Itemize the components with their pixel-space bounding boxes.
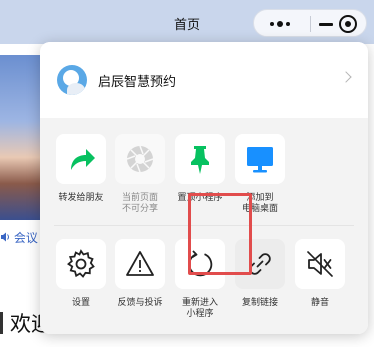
warning-icon	[126, 251, 154, 276]
action-label: 复制链接	[241, 298, 278, 308]
more-icon[interactable]	[262, 14, 302, 34]
cannot-share-button: 当前页面 不可分享	[110, 134, 170, 215]
share-arrow-icon	[71, 149, 95, 170]
action-label: 设置	[71, 298, 90, 308]
mini-program-capsule	[253, 9, 367, 37]
speaker-mute-icon	[307, 251, 333, 277]
highlight-box	[188, 193, 252, 275]
mini-program-menu-panel: 启辰智慧预约 转发给朋友 当前页面 不可分享 置顶小程序 添加到 电脑桌面 设置…	[40, 42, 368, 334]
app-avatar	[57, 65, 87, 95]
capsule-divider	[310, 16, 311, 32]
action-label: 当前页面 不可分享	[121, 193, 158, 214]
action-label: 反馈与投诉	[117, 298, 163, 308]
action-label: 重新进入 小程序	[181, 298, 218, 319]
section-marker	[0, 312, 3, 334]
minimize-icon[interactable]	[316, 14, 336, 34]
chevron-right-icon	[340, 71, 352, 83]
monitor-icon	[247, 147, 273, 173]
nav-bar: 首页	[0, 0, 374, 44]
banner-image	[0, 55, 40, 220]
app-name: 启辰智慧预约	[98, 75, 177, 90]
app-info-row[interactable]: 启辰智慧预约	[40, 42, 368, 118]
pin-icon	[191, 146, 209, 174]
close-target-icon[interactable]	[338, 14, 358, 34]
speaker-icon	[0, 231, 14, 245]
action-label: 静音	[310, 298, 329, 308]
mute-button[interactable]: 静音	[290, 239, 350, 309]
aperture-icon	[126, 145, 154, 173]
settings-button[interactable]: 设置	[51, 239, 111, 309]
forward-to-friend-button[interactable]: 转发给朋友	[51, 134, 111, 204]
notice-bar[interactable]: 会议	[0, 229, 38, 246]
gear-icon	[67, 249, 95, 278]
feedback-button[interactable]: 反馈与投诉	[110, 239, 170, 309]
notice-text: 会议	[13, 231, 38, 245]
action-label: 转发给朋友	[58, 193, 104, 203]
